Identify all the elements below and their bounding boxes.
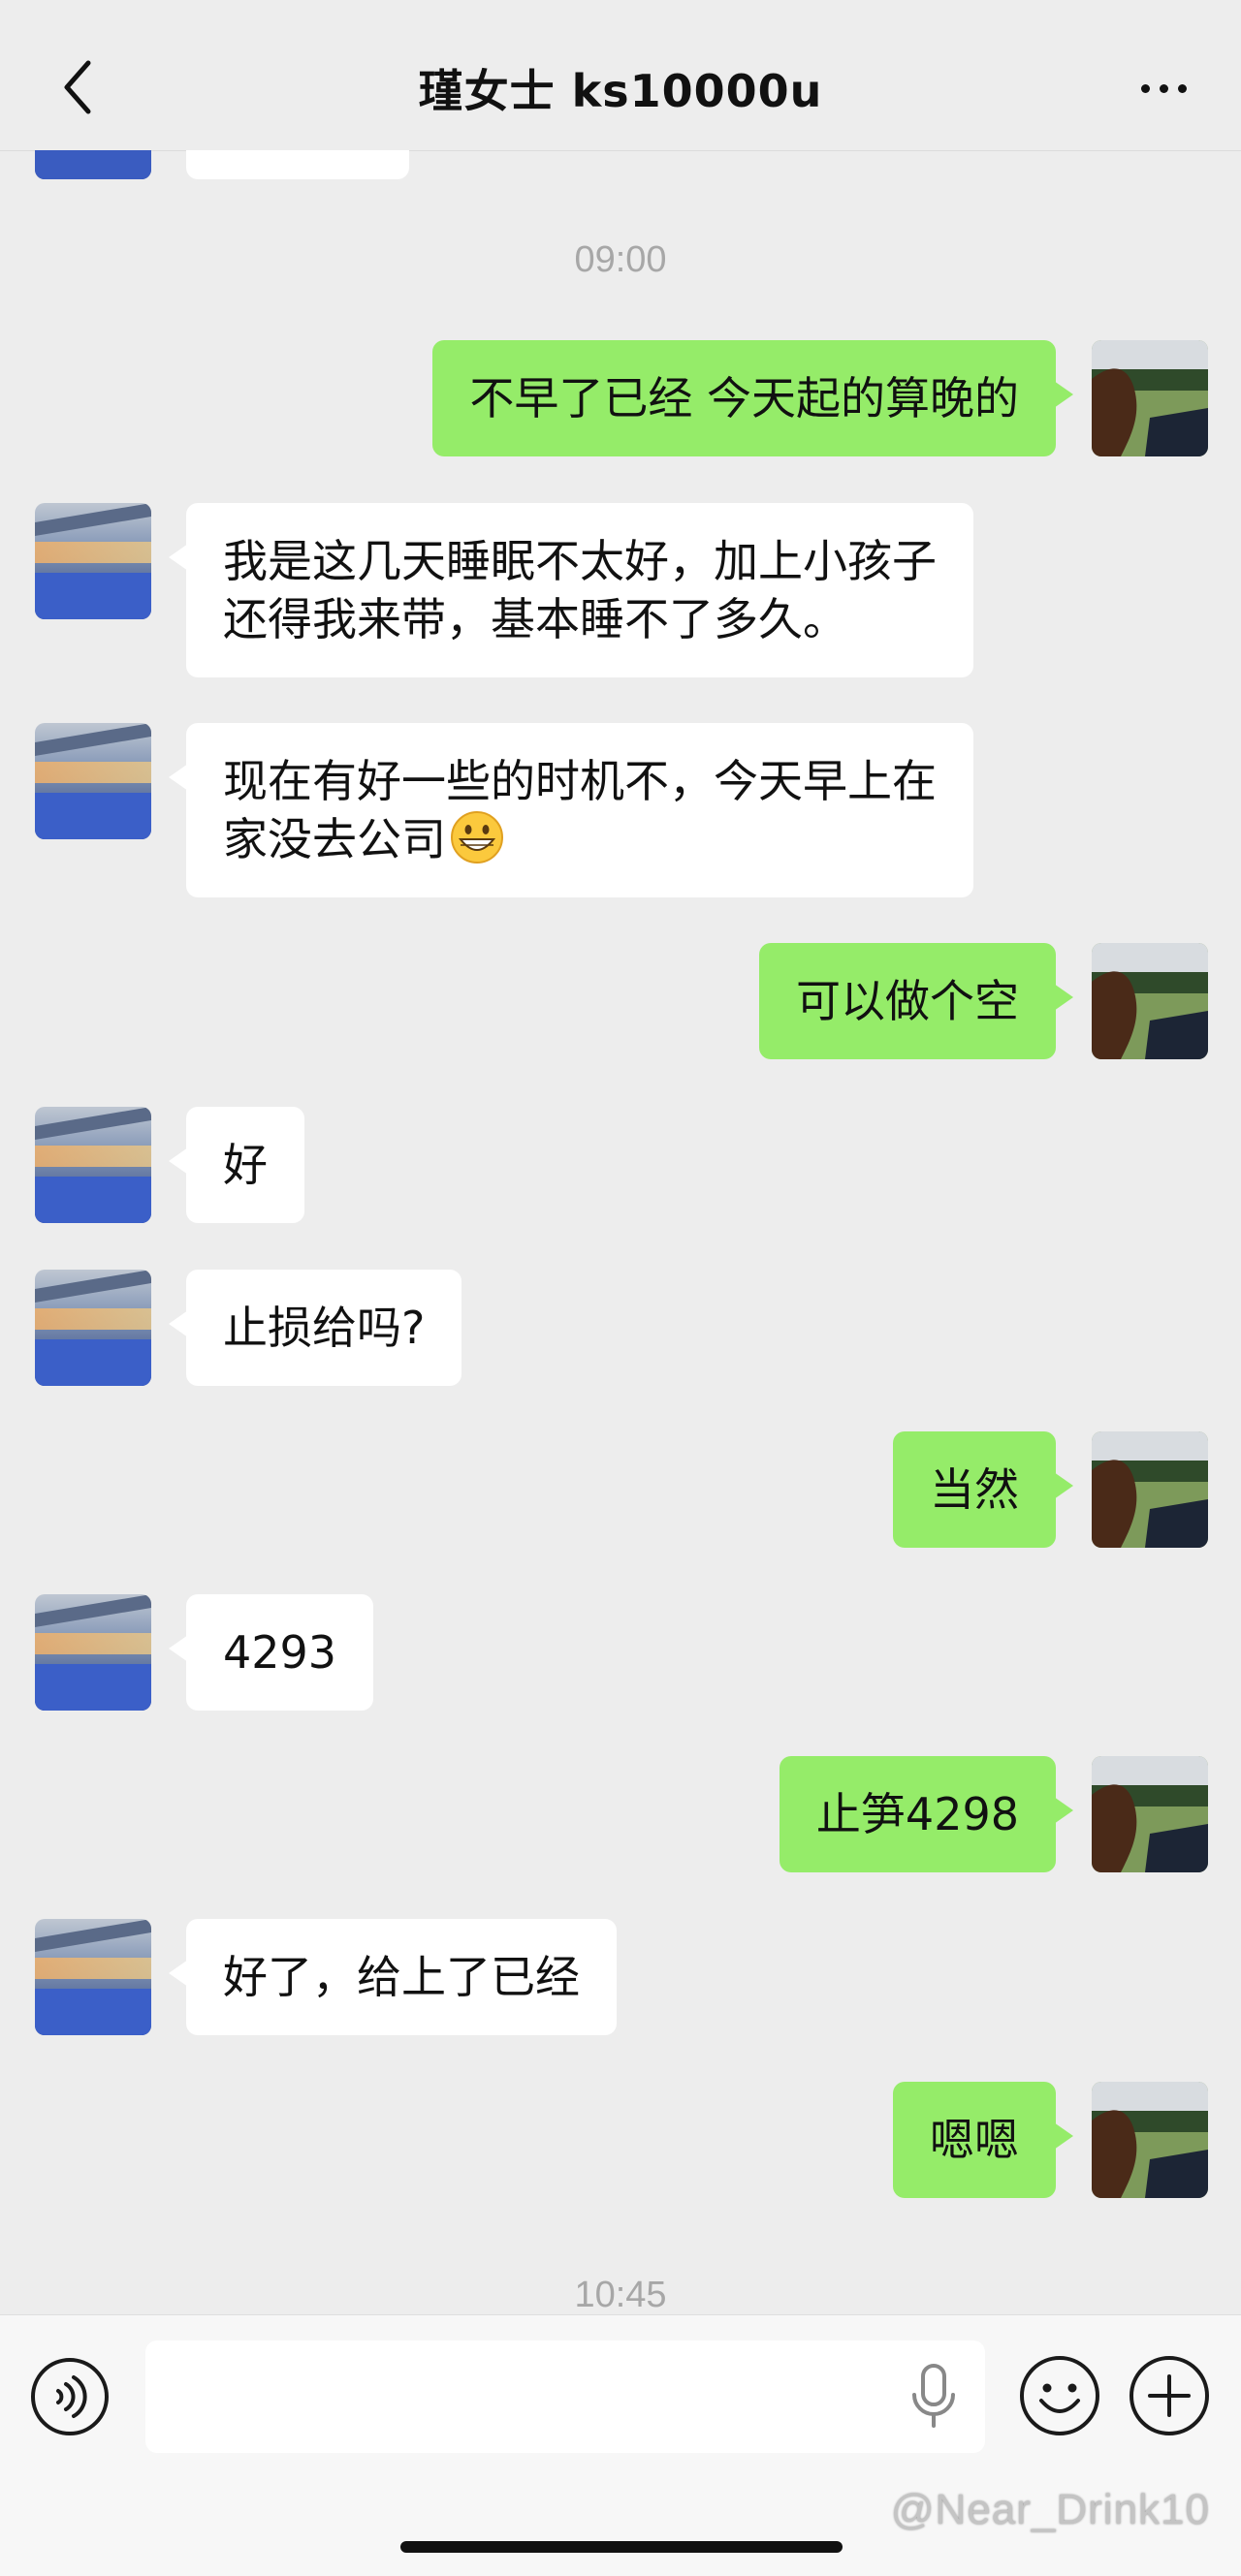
voice-icon — [31, 2358, 109, 2435]
message-row-incoming: 现在有好一些的时机不，今天早上在 家没去公司 — [0, 723, 1241, 897]
my-avatar[interactable] — [1092, 2082, 1208, 2198]
my-avatar[interactable] — [1092, 943, 1208, 1059]
input-bar — [0, 2314, 1241, 2576]
message-bubble-outgoing[interactable]: 可以做个空 — [759, 943, 1073, 1059]
more-button[interactable] — [1125, 58, 1202, 116]
chat-title: 瑾女士 ks10000u — [418, 65, 823, 117]
contact-avatar[interactable] — [35, 503, 151, 619]
my-avatar[interactable] — [1092, 1431, 1208, 1548]
message-bubble-incoming[interactable]: 好 — [169, 1107, 304, 1223]
message-row-outgoing: 当然 — [0, 1431, 1241, 1548]
more-horizontal-icon — [1136, 79, 1192, 97]
chat-header: 瑾女士 ks10000u — [0, 0, 1241, 151]
contact-avatar[interactable] — [35, 1594, 151, 1711]
contact-avatar[interactable] — [35, 1107, 151, 1223]
message-input[interactable] — [145, 2340, 985, 2453]
message-text: 现在有好一些的时机不，今天早上在 家没去公司 — [223, 755, 937, 865]
message-row-incoming: 我是这几天睡眠不太好，加上小孩子 还得我来带，基本睡不了多久。 — [0, 503, 1241, 677]
emoji-button[interactable] — [1018, 2354, 1101, 2437]
timestamp: 10:45 — [574, 2275, 667, 2311]
home-indicator[interactable] — [400, 2541, 843, 2553]
message-row-outgoing: 可以做个空 — [0, 943, 1241, 1059]
message-row-outgoing: 不早了已经 今天起的算晚的 — [0, 340, 1241, 456]
contact-avatar[interactable] — [35, 723, 151, 839]
message-bubble-partial[interactable] — [186, 150, 409, 179]
emoji-icon — [1020, 2356, 1099, 2435]
voice-button[interactable] — [29, 2356, 111, 2437]
message-bubble-incoming[interactable]: 4293 — [168, 1594, 374, 1711]
microphone-button[interactable] — [907, 2360, 961, 2434]
message-row-incoming: 好了，给上了已经 — [0, 1919, 1241, 2035]
message-row-outgoing: 嗯嗯 — [0, 2082, 1241, 2198]
my-avatar[interactable] — [1092, 1756, 1208, 1872]
message-bubble-outgoing[interactable]: 嗯嗯 — [893, 2082, 1073, 2198]
message-row-incoming: 好 — [0, 1107, 1241, 1223]
message-row-incoming: 4293 — [0, 1594, 1241, 1711]
plus-icon — [1130, 2356, 1209, 2435]
message-row-partial — [0, 150, 1241, 179]
message-bubble-outgoing[interactable]: 不早了已经 今天起的算晚的 — [432, 340, 1073, 456]
more-actions-button[interactable] — [1128, 2354, 1211, 2437]
timestamp: 09:00 — [574, 239, 667, 280]
message-row-outgoing: 止笋4298 — [0, 1756, 1241, 1872]
message-bubble-outgoing[interactable]: 当然 — [893, 1431, 1073, 1548]
my-avatar[interactable] — [1092, 340, 1208, 456]
contact-avatar[interactable] — [35, 1919, 151, 2035]
contact-avatar[interactable] — [35, 150, 151, 179]
message-list[interactable]: 09:00 不早了已经 今天起的算晚的 我是这几天睡眠不太好，加上小孩子 还得我… — [0, 150, 1241, 2311]
message-bubble-incoming[interactable]: 好了，给上了已经 — [169, 1919, 617, 2035]
message-bubble-incoming[interactable]: 现在有好一些的时机不，今天早上在 家没去公司 — [169, 723, 973, 897]
message-row-incoming: 止损给吗? — [0, 1270, 1241, 1386]
message-bubble-outgoing[interactable]: 止笋4298 — [779, 1756, 1074, 1872]
grinning-face-emoji-icon — [451, 811, 503, 864]
message-bubble-incoming[interactable]: 我是这几天睡眠不太好，加上小孩子 还得我来带，基本睡不了多久。 — [169, 503, 973, 677]
contact-avatar[interactable] — [35, 1270, 151, 1386]
microphone-icon — [912, 2364, 955, 2428]
message-bubble-incoming[interactable]: 止损给吗? — [168, 1270, 462, 1386]
watermark: @Near_Drink10 — [890, 2486, 1210, 2533]
